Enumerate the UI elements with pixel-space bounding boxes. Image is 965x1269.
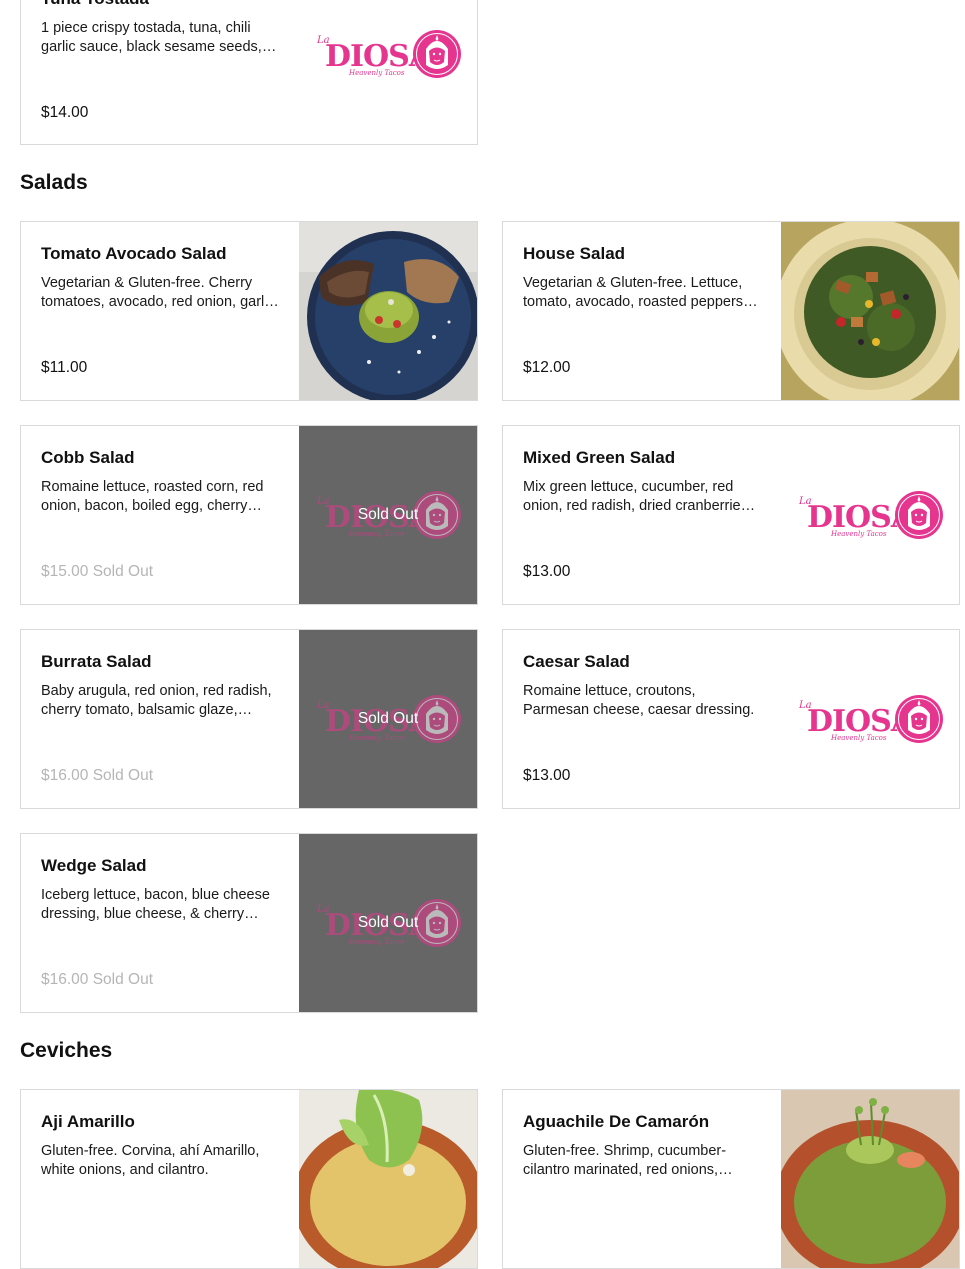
menu-item-burrata-salad[interactable]: Burrata Salad Baby arugula, red onion, r… (20, 629, 478, 809)
menu-item-wedge-salad[interactable]: Wedge Salad Iceberg lettuce, bacon, blue… (20, 833, 478, 1013)
house-salad-photo (781, 222, 959, 400)
item-title: Cobb Salad (41, 448, 135, 467)
menu-item-caesar-salad[interactable]: Caesar Salad Romaine lettuce, croutons, … (502, 629, 960, 809)
aji-amarillo-photo (299, 1090, 477, 1268)
item-title: Burrata Salad (41, 652, 152, 671)
item-description: Mix green lettuce, cucumber, red onion, … (523, 479, 752, 514)
item-description: Baby arugula, red onion, red radish, che… (41, 683, 272, 718)
item-photo (299, 222, 477, 400)
item-price: $12.00 (523, 359, 571, 376)
item-title: Tomato Avocado Salad (41, 244, 227, 263)
item-title: Caesar Salad (523, 652, 630, 671)
item-image (781, 426, 959, 604)
item-description: Vegetarian & Gluten-free. Lettuce, tomat… (523, 275, 748, 310)
item-photo (781, 1090, 959, 1268)
menu-item-house-salad[interactable]: House Salad Vegetarian & Gluten-free. Le… (502, 221, 960, 401)
item-description: Romaine lettuce, roasted corn, red onion… (41, 479, 264, 514)
sold-out-label: Sold Out (357, 914, 419, 931)
item-price: $16.00 Sold Out (41, 971, 154, 988)
item-description: Vegetarian & Gluten-free. Cherry tomatoe… (41, 275, 279, 310)
item-photo (299, 1090, 477, 1268)
item-description: Gluten-free. Corvina, ahí Amarillo, whit… (41, 1143, 260, 1178)
item-title: Wedge Salad (41, 856, 147, 875)
item-image (299, 0, 477, 145)
item-price: $15.00 Sold Out (41, 563, 154, 580)
item-description: Gluten-free. Shrimp, cucumber-cilantro m… (523, 1143, 727, 1178)
item-title: Mixed Green Salad (523, 448, 676, 467)
la-diosa-logo (795, 490, 945, 540)
tomato-avocado-salad-photo (299, 222, 477, 400)
item-title: Aji Amarillo (41, 1112, 135, 1131)
item-title: Tuna Tostada (41, 0, 149, 9)
menu-item-mixed-green-salad[interactable]: Mixed Green Salad Mix green lettuce, cuc… (502, 425, 960, 605)
sold-out-label: Sold Out (357, 506, 419, 523)
item-image: Sold Out (299, 426, 477, 604)
section-title-salads: Salads (20, 171, 88, 194)
item-price: $11.00 (41, 359, 88, 376)
menu-item-aguachile-de-camaron[interactable]: Aguachile De Camarón Gluten-free. Shrimp… (502, 1089, 960, 1269)
item-description: Iceberg lettuce, bacon, blue cheese dres… (41, 887, 270, 922)
item-price: $13.00 (523, 767, 571, 784)
menu-item-tuna-tostada[interactable]: Tuna Tostada 1 piece crispy tostada, tun… (20, 0, 478, 145)
la-diosa-logo (313, 29, 463, 79)
section-title-ceviches: Ceviches (20, 1039, 113, 1062)
la-diosa-logo (795, 694, 945, 744)
item-photo (781, 222, 959, 400)
item-image: Sold Out (299, 630, 477, 808)
item-price: $14.00 (41, 104, 89, 121)
item-description: 1 piece crispy tostada, tuna, chili garl… (41, 20, 262, 55)
menu-item-cobb-salad[interactable]: Cobb Salad Romaine lettuce, roasted corn… (20, 425, 478, 605)
item-image: Sold Out (299, 834, 477, 1012)
aguachile-photo (781, 1090, 959, 1268)
item-image (781, 630, 959, 808)
menu-item-tomato-avocado-salad[interactable]: Tomato Avocado Salad Vegetarian & Gluten… (20, 221, 478, 401)
item-title: Aguachile De Camarón (523, 1112, 710, 1131)
item-title: House Salad (523, 244, 626, 263)
item-description: Romaine lettuce, croutons, Parmesan chee… (523, 683, 755, 718)
item-price: $16.00 Sold Out (41, 767, 154, 784)
sold-out-label: Sold Out (357, 710, 419, 727)
item-price: $13.00 (523, 563, 571, 580)
menu-item-aji-amarillo[interactable]: Aji Amarillo Gluten-free. Corvina, ahí A… (20, 1089, 478, 1269)
